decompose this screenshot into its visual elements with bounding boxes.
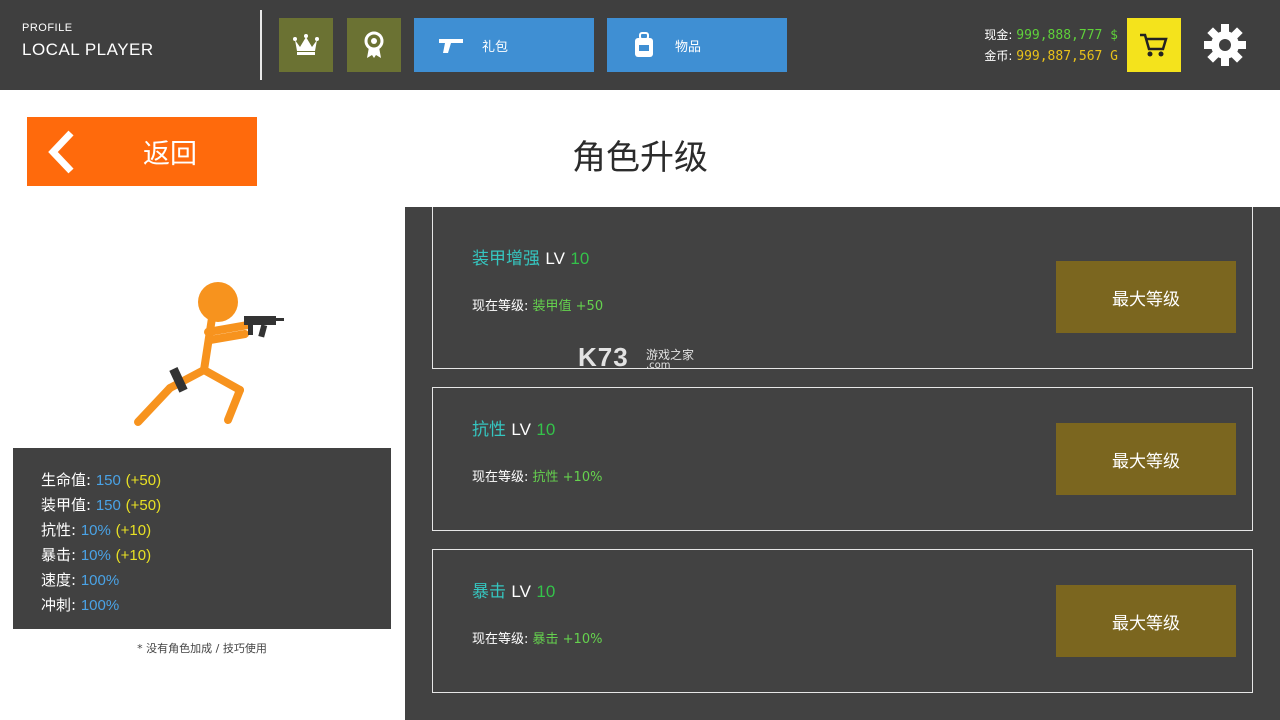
upgrade-current: 现在等级: 抗性 +10% (472, 466, 602, 485)
upgrade-card-armor: 装甲增强 LV 10 现在等级: 装甲值 +50 最大等级 (432, 207, 1253, 369)
stat-label: 冲刺: (41, 596, 77, 614)
stat-bonus: (+10) (115, 547, 152, 564)
gold-label: 金币: (984, 49, 1013, 63)
current-level-value: 暴击 +10% (532, 632, 603, 647)
upgrade-name: 抗性 LV 10 (472, 415, 555, 440)
watermark-domain: .com (646, 360, 671, 371)
items-label: 物品 (675, 39, 702, 55)
stat-label: 暴击: (41, 546, 77, 564)
stat-value: 100% (80, 572, 120, 589)
upgrade-title: 装甲增强 (472, 249, 540, 269)
page-title: 角色升级 (572, 138, 708, 178)
stat-bonus: (+50) (125, 472, 162, 489)
pistol-icon (436, 30, 466, 60)
gear-icon (1204, 24, 1246, 66)
stat-label: 抗性: (41, 521, 77, 539)
upgrade-level: 10 (536, 582, 556, 601)
current-level-label: 现在等级: (472, 632, 529, 647)
stat-bonus: (+50) (125, 497, 162, 514)
upgrade-lv-label: LV (511, 420, 531, 439)
stat-row: 抗性: 10% (+10) (41, 518, 391, 543)
current-level-value: 装甲值 +50 (532, 299, 604, 314)
cash-label: 现金: (984, 28, 1013, 42)
stat-value: 10% (80, 522, 111, 539)
back-button[interactable]: 返回 (27, 117, 257, 186)
stat-row: 生命值: 150 (+50) (41, 468, 391, 493)
upgrade-card-critical: 暴击 LV 10 现在等级: 暴击 +10% 最大等级 (432, 549, 1253, 693)
stat-row: 冲刺: 100% (41, 593, 391, 618)
stat-value: 100% (80, 597, 120, 614)
stats-note: * 没有角色加成 / 技巧使用 (137, 642, 267, 655)
crown-icon (293, 34, 319, 55)
upgrade-title: 暴击 (472, 582, 506, 602)
gift-pack-label: 礼包 (482, 39, 509, 55)
stats-panel: 生命值: 150 (+50) 装甲值: 150 (+50) 抗性: 10% (+… (13, 448, 391, 629)
current-level-label: 现在等级: (472, 299, 529, 314)
items-button[interactable]: 物品 (607, 18, 787, 72)
character-head (198, 282, 238, 322)
upgrade-name: 暴击 LV 10 (472, 577, 555, 602)
current-level-value: 抗性 +10% (532, 470, 603, 485)
upgrade-level: 10 (570, 249, 590, 268)
top-bar: PROFILE LOCAL PLAYER 礼包 物品 现金: 999,888,7… (0, 0, 1280, 90)
stat-value: 150 (95, 497, 121, 514)
upgrade-name: 装甲增强 LV 10 (472, 244, 589, 269)
upgrade-lv-label: LV (545, 249, 565, 268)
upgrade-current: 现在等级: 装甲值 +50 (472, 295, 603, 314)
header-divider (260, 10, 262, 80)
upgrade-title: 抗性 (472, 420, 506, 440)
max-level-button[interactable]: 最大等级 (1056, 585, 1236, 657)
stat-value: 150 (95, 472, 121, 489)
medal-icon (364, 31, 384, 58)
currency-display: 现金: 999,888,777 $ 金币: 999,887,567 G (984, 25, 1118, 67)
upgrade-current: 现在等级: 暴击 +10% (472, 628, 602, 647)
back-label: 返回 (143, 139, 197, 170)
leaderboard-button[interactable] (279, 18, 333, 72)
stat-row: 速度: 100% (41, 568, 391, 593)
chevron-left-icon (27, 117, 97, 186)
shop-cart-button[interactable] (1127, 18, 1181, 72)
upgrade-level: 10 (536, 420, 556, 439)
current-level-label: 现在等级: (472, 470, 529, 485)
stat-label: 生命值: (41, 471, 92, 489)
upgrade-panel[interactable]: 装甲增强 LV 10 现在等级: 装甲值 +50 最大等级 抗性 LV 10 现… (405, 207, 1280, 720)
profile-block[interactable]: PROFILE LOCAL PLAYER (22, 22, 154, 60)
upgrade-card-resistance: 抗性 LV 10 现在等级: 抗性 +10% 最大等级 (432, 387, 1253, 531)
stat-label: 速度: (41, 571, 77, 589)
cash-row: 现金: 999,888,777 $ (984, 25, 1118, 46)
achievements-button[interactable] (347, 18, 401, 72)
stat-value: 10% (80, 547, 111, 564)
max-level-button[interactable]: 最大等级 (1056, 423, 1236, 495)
profile-label: PROFILE (22, 22, 73, 34)
upgrade-lv-label: LV (511, 582, 531, 601)
stickman-character (134, 282, 284, 426)
gold-row: 金币: 999,887,567 G (984, 46, 1118, 67)
max-level-button[interactable]: 最大等级 (1056, 261, 1236, 333)
watermark: K73 游戏之家 .com (578, 342, 694, 373)
stat-row: 暴击: 10% (+10) (41, 543, 391, 568)
settings-button[interactable] (1200, 20, 1250, 70)
cart-icon (1140, 33, 1168, 57)
stat-row: 装甲值: 150 (+50) (41, 493, 391, 518)
gold-value: 999,887,567 G (1016, 49, 1118, 64)
player-name: LOCAL PLAYER (22, 40, 154, 59)
backpack-icon (629, 30, 659, 60)
cash-value: 999,888,777 $ (1016, 28, 1118, 43)
gift-pack-button[interactable]: 礼包 (414, 18, 594, 72)
stat-bonus: (+10) (115, 522, 152, 539)
watermark-brand: K73 (578, 342, 629, 372)
stat-label: 装甲值: (41, 496, 92, 514)
